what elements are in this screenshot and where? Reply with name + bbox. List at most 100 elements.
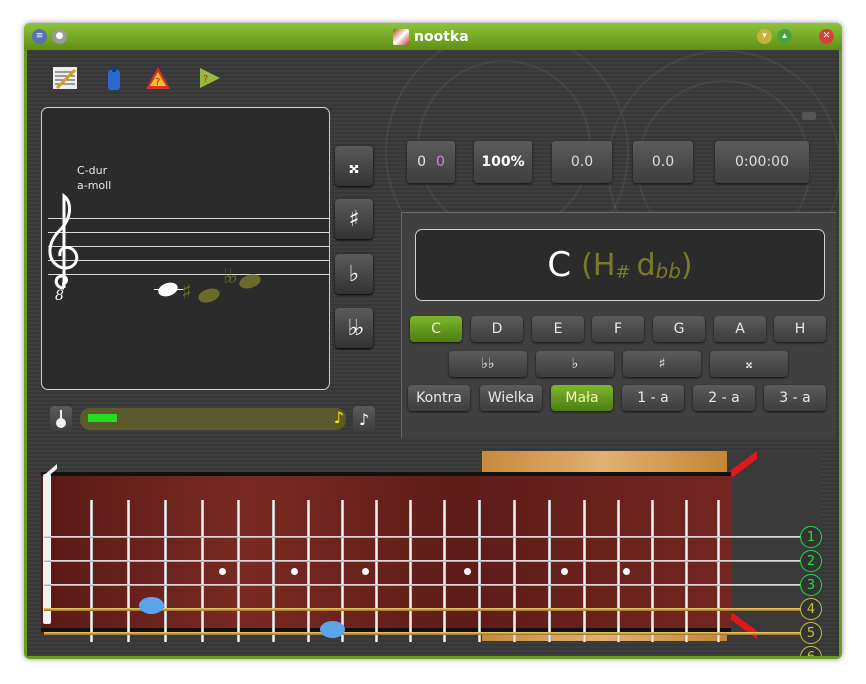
accidental-name-button[interactable]: ♭♭: [449, 351, 527, 377]
sharp-button[interactable]: ♯: [335, 199, 373, 239]
last-time-box: 0.0: [633, 141, 693, 183]
guitar-string[interactable]: [44, 536, 814, 538]
note-button[interactable]: D: [471, 316, 523, 342]
note-button[interactable]: E: [532, 316, 584, 342]
start-exercise-icon: ?: [200, 68, 220, 88]
main-area: ? ? C-dur a-moll 8 ♯ ♭♭ �: [27, 50, 839, 656]
note-button[interactable]: A: [714, 316, 766, 342]
octave-button[interactable]: Mała: [551, 385, 613, 411]
guitar-string[interactable]: [44, 584, 814, 586]
string-number: 4: [800, 598, 822, 620]
staff-line: [48, 260, 329, 261]
staff-line: [48, 218, 329, 219]
fret-marker: [561, 568, 568, 575]
accidental-name-button[interactable]: ♯: [623, 351, 701, 377]
note-button[interactable]: C: [410, 316, 462, 342]
fret: [617, 500, 620, 642]
minimize-icon[interactable]: ▾: [757, 29, 772, 44]
total-time-box: 0:00:00: [715, 141, 809, 183]
note-name-panel: C ( H # d bb ) CDEFGAH ♭♭ ♭ ♯ 𝄪 Kontra Wielk…: [401, 212, 836, 438]
close-icon[interactable]: ✕: [819, 29, 834, 44]
toggle-handle[interactable]: [802, 112, 816, 120]
fret-marker: [464, 568, 471, 575]
double-sharp-button[interactable]: 𝄪: [335, 146, 373, 186]
note-alt2: d: [636, 247, 656, 283]
staff-line: [48, 246, 329, 247]
level-icon: [108, 66, 120, 90]
fret: [127, 500, 130, 642]
title-bar: ≡ ● nootka ▾ ▴ ✕: [24, 23, 842, 50]
accidental-name-button[interactable]: ♭: [536, 351, 614, 377]
string-number: 3: [800, 574, 822, 596]
note-alt-open: (: [581, 247, 593, 283]
octave-button[interactable]: 2 - a: [693, 385, 755, 411]
fret: [583, 500, 586, 642]
correct-count: 0: [417, 154, 426, 170]
fret: [201, 500, 204, 642]
string-number: 6: [800, 646, 822, 656]
tuner-button[interactable]: [50, 406, 72, 432]
settings-tool[interactable]: [50, 63, 80, 93]
start-exercise-tool[interactable]: ?: [194, 63, 224, 93]
note-button[interactable]: G: [653, 316, 705, 342]
warning-icon: ?: [146, 67, 170, 89]
octave-button[interactable]: 3 - a: [764, 385, 826, 411]
fret: [548, 500, 551, 642]
menu-icon[interactable]: ≡: [32, 29, 47, 44]
maximize-icon[interactable]: ▴: [777, 29, 792, 44]
guitar-string[interactable]: [44, 632, 814, 635]
app-window: ≡ ● nootka ▾ ▴ ✕ ? ? C-dur a-moll 8 ♯ ♭♭…: [24, 23, 842, 659]
fret: [409, 500, 412, 642]
guitar-edge: [727, 451, 757, 639]
pin-icon[interactable]: ●: [52, 29, 67, 44]
score-staff[interactable]: C-dur a-moll 8 ♯ ♭♭: [41, 107, 330, 390]
note-alt2-acc: bb: [655, 259, 681, 283]
level-tool[interactable]: [99, 63, 129, 93]
finger-marker[interactable]: [139, 597, 164, 614]
staff-line: [48, 274, 329, 275]
flat-button[interactable]: ♭: [335, 254, 373, 294]
note-main: C: [547, 245, 572, 285]
note-alt1: H: [592, 247, 616, 283]
svg-text:?: ?: [155, 77, 160, 88]
fret: [478, 500, 481, 642]
note-icon: ♪: [358, 409, 370, 429]
note-button[interactable]: F: [592, 316, 644, 342]
fret: [685, 500, 688, 642]
pitch-meter: ♪: [80, 408, 346, 430]
octave-button[interactable]: Kontra: [408, 385, 470, 411]
fret: [164, 500, 167, 642]
key-major-label: C-dur: [77, 164, 108, 177]
svg-text:?: ?: [203, 74, 208, 85]
note-button[interactable]: H: [774, 316, 826, 342]
avg-time-box: 0.0: [552, 141, 612, 183]
guitar-icon: [56, 410, 66, 428]
accidental-name-button[interactable]: 𝄪: [710, 351, 788, 377]
fret-marker: [623, 568, 630, 575]
effectiveness-box: 100%: [474, 141, 532, 183]
warning-tool[interactable]: ?: [143, 63, 173, 93]
note-settings-button[interactable]: ♪: [353, 406, 375, 432]
fret: [513, 500, 516, 642]
octave-button[interactable]: Wielka: [480, 385, 542, 411]
string-number: 1: [800, 526, 822, 548]
staff-line: [48, 232, 329, 233]
fret: [90, 500, 93, 642]
string-number: 5: [800, 622, 822, 644]
treble-clef-icon: [48, 192, 79, 290]
fret: [375, 500, 378, 642]
fret: [237, 500, 240, 642]
double-flat-button[interactable]: ♭♭: [335, 308, 373, 348]
octave-button[interactable]: 1 - a: [622, 385, 684, 411]
guitar-string[interactable]: [44, 560, 814, 562]
answers-counter: 0 0: [407, 141, 455, 183]
fret-marker: [362, 568, 369, 575]
clef-octave-label: 8: [55, 288, 64, 304]
finger-marker[interactable]: [320, 621, 345, 638]
window-title: nootka: [393, 27, 469, 47]
pitch-level: [88, 414, 117, 422]
pitch-note-icon: ♪: [333, 408, 344, 427]
nut: [43, 474, 51, 624]
note-name-display: C ( H # d bb ): [415, 229, 825, 301]
wrong-count: 0: [436, 154, 445, 170]
